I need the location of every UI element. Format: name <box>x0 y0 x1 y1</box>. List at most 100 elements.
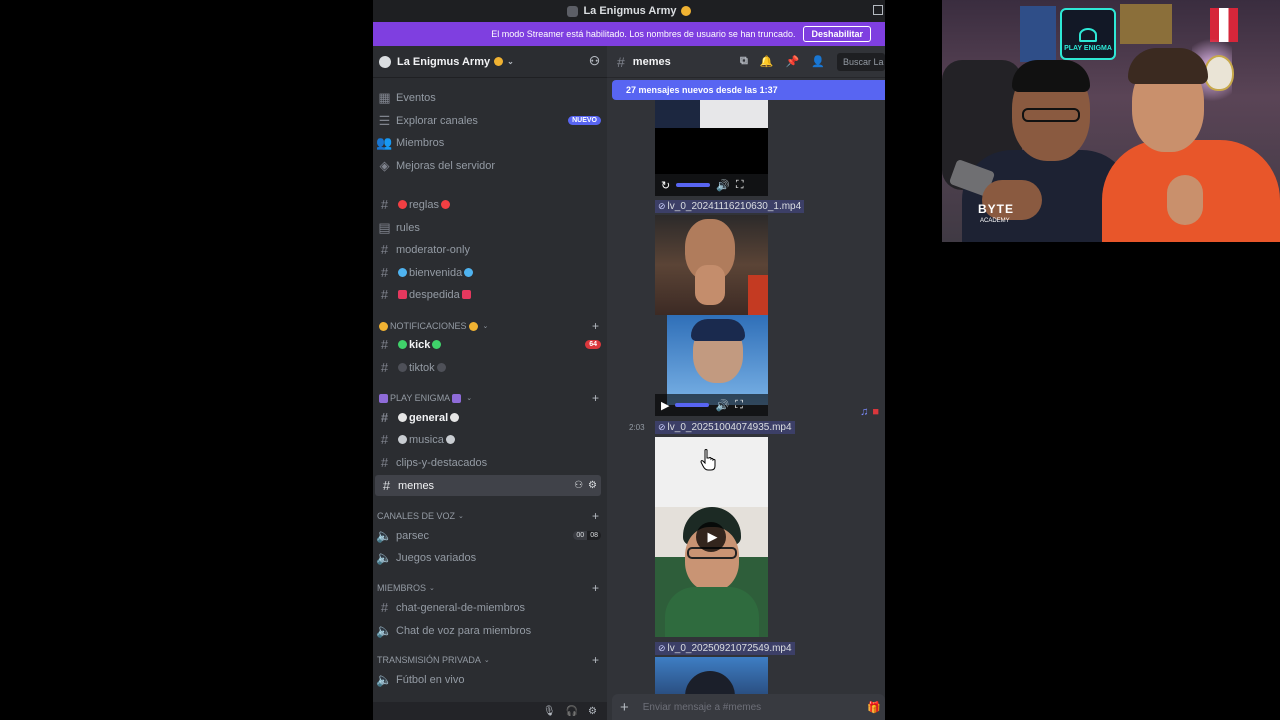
invite-people-icon[interactable]: ⚇ <box>574 480 583 491</box>
gift-icon[interactable]: 🎁 <box>867 701 881 714</box>
speech-bubble-emoji-icon <box>450 413 460 422</box>
chevron-down-icon: ⌄ <box>466 395 473 402</box>
message-composer[interactable]: + Enviar mensaje a #memes 🎁 <box>612 694 885 720</box>
channel-musica[interactable]: # musica <box>373 429 607 450</box>
add-channel-icon[interactable]: + <box>592 319 599 333</box>
fullscreen-icon[interactable]: ⛶ <box>735 399 743 412</box>
sidebar-item-eventos[interactable]: ▦ Eventos <box>373 87 607 108</box>
invite-people-icon[interactable]: ⚇ <box>588 55 601 68</box>
attachment-link[interactable]: ⊘ lv_0_20250921072549.mp4 <box>655 642 795 655</box>
sidebar-item-mejoras[interactable]: ◈ Mejoras del servidor <box>373 155 607 176</box>
neon-sign-text: PLAY ENIGMA <box>1064 45 1112 52</box>
green-circle-emoji-icon <box>432 340 442 349</box>
sidebar-item-label: Eventos <box>396 91 436 104</box>
video-thumbnail[interactable] <box>667 315 768 405</box>
sidebar-item-miembros[interactable]: 👥 Miembros <box>373 132 607 153</box>
volume-slider[interactable] <box>676 183 711 187</box>
channel-reglas[interactable]: # reglas <box>373 194 607 215</box>
add-channel-icon[interactable]: + <box>592 391 599 405</box>
category-transmision-privada[interactable]: TRANSMISIÓN PRIVADA ⌄ + <box>377 653 603 667</box>
video-controls: ▶ 🔊 ⛶ <box>655 394 768 416</box>
gear-icon[interactable]: ⚙ <box>588 706 597 717</box>
boost-icon: ◈ <box>379 158 390 173</box>
bell-icon[interactable]: 🔔 <box>760 55 774 68</box>
channel-label: despedida <box>409 288 460 301</box>
members-icon[interactable]: 👤 <box>811 55 825 68</box>
channel-clips-y-destacados[interactable]: # clips-y-destacados <box>373 452 607 473</box>
headphones-icon[interactable]: 🎧 <box>566 706 578 717</box>
streamer-mode-message: El modo Streamer está habilitado. Los no… <box>491 29 796 39</box>
pin-icon[interactable]: 📌 <box>786 55 800 68</box>
hash-icon: # <box>380 265 389 280</box>
hash-icon: # <box>380 410 389 425</box>
user-panel: 🎙 🎧 ⚙ <box>373 702 607 720</box>
play-button[interactable]: ▶ <box>696 522 726 552</box>
category-play-enigma[interactable]: PLAY ENIGMA ⌄ + <box>377 391 603 405</box>
channel-general[interactable]: # general <box>373 407 607 428</box>
new-messages-banner[interactable]: 27 mensajes nuevos desde las 1:37 <box>612 80 885 100</box>
channel-moderator-only[interactable]: # moderator-only <box>373 239 607 260</box>
volume-icon[interactable]: 🔊 <box>715 399 729 412</box>
channel-despedida[interactable]: # despedida <box>373 284 607 305</box>
headphones-emoji-icon <box>445 435 455 444</box>
neon-logo-icon <box>1079 28 1097 42</box>
hand <box>1167 175 1203 225</box>
hash-icon: # <box>380 600 389 615</box>
channel-kick[interactable]: # kick 64 <box>373 334 607 355</box>
gear-icon[interactable]: ⚙ <box>588 480 597 491</box>
poster <box>1120 4 1172 44</box>
music-icon[interactable]: ♫ <box>860 406 868 418</box>
category-label: MIEMBROS <box>377 583 427 593</box>
channel-label: musica <box>409 433 444 446</box>
attachment-link[interactable]: ⊘ lv_0_20241116210630_1.mp4 <box>655 200 805 213</box>
window-maximize-button[interactable] <box>873 5 883 15</box>
volume-icon[interactable]: 🔊 <box>716 179 730 192</box>
microphone-icon[interactable]: 🎙 <box>543 706 556 717</box>
gamepad-emoji-icon <box>452 393 462 403</box>
webcam-overlay: PLAY ENIGMA BYTE ACADEMY <box>942 0 1280 242</box>
speaker-icon: 🔈 <box>376 550 393 565</box>
hash-icon: # <box>380 242 389 257</box>
channel-memes[interactable]: # memes ⚇ ⚙ <box>375 475 601 496</box>
server-header[interactable]: La Enigmus Army ⌄ ⚇ <box>373 46 607 78</box>
disable-streamer-mode-button[interactable]: Deshabilitar <box>803 26 871 42</box>
attachment-link[interactable]: ⊘ lv_0_20251004074935.mp4 <box>655 421 795 434</box>
search-input[interactable]: Buscar La <box>837 52 885 71</box>
video-thumbnail[interactable] <box>655 657 768 695</box>
video-thumbnail[interactable] <box>655 215 768 315</box>
message-input[interactable]: Enviar mensaje a #memes <box>643 702 761 713</box>
voice-channel-juegos-variados[interactable]: 🔈 Juegos variados <box>373 547 607 568</box>
server-icon <box>379 55 391 68</box>
mention-badge: 64 <box>585 340 601 349</box>
channel-label: tiktok <box>409 361 435 374</box>
category-miembros[interactable]: MIEMBROS ⌄ + <box>377 581 603 595</box>
channel-label: Chat de voz para miembros <box>396 624 532 637</box>
voice-channel-futbol-en-vivo[interactable]: 🔈 Fútbol en vivo <box>373 669 607 690</box>
fullscreen-icon[interactable]: ⛶ <box>736 179 744 192</box>
play-icon[interactable]: ▶ <box>661 399 669 412</box>
channel-bienvenida[interactable]: # bienvenida <box>373 262 607 283</box>
add-channel-icon[interactable]: + <box>592 653 599 667</box>
title-bar: La Enigmus Army <box>373 0 885 22</box>
add-attachment-icon[interactable]: + <box>620 699 629 716</box>
channel-label: general <box>409 411 449 424</box>
category-notificaciones[interactable]: NOTIFICACIONES ⌄ + <box>377 319 603 333</box>
discord-app-icon <box>567 5 579 17</box>
channel-chat-general-de-miembros[interactable]: # chat-general-de-miembros <box>373 597 607 618</box>
video-thumbnail[interactable] <box>655 100 768 128</box>
voice-channel-parsec[interactable]: 🔈 parsec 00 08 <box>373 525 607 546</box>
channel-label: kick <box>409 338 431 351</box>
channel-label: clips-y-destacados <box>396 456 488 469</box>
category-canales-voz[interactable]: CANALES DE VOZ ⌄ + <box>377 509 603 523</box>
channel-rules[interactable]: ▤ rules <box>373 217 607 238</box>
channel-tiktok[interactable]: # tiktok <box>373 357 607 378</box>
threads-icon[interactable]: ⧉ <box>740 55 748 68</box>
add-channel-icon[interactable]: + <box>592 581 599 595</box>
window-title: La Enigmus Army <box>583 5 677 17</box>
replay-icon[interactable]: ↻ <box>661 179 670 192</box>
reaction-icon[interactable]: ■ <box>872 406 879 418</box>
voice-channel-chat-de-voz[interactable]: 🔈 Chat de voz para miembros <box>373 620 607 641</box>
add-channel-icon[interactable]: + <box>592 509 599 523</box>
volume-slider[interactable] <box>675 403 710 407</box>
sidebar-item-explorar-canales[interactable]: ☰ Explorar canales NUEVO <box>373 110 607 131</box>
